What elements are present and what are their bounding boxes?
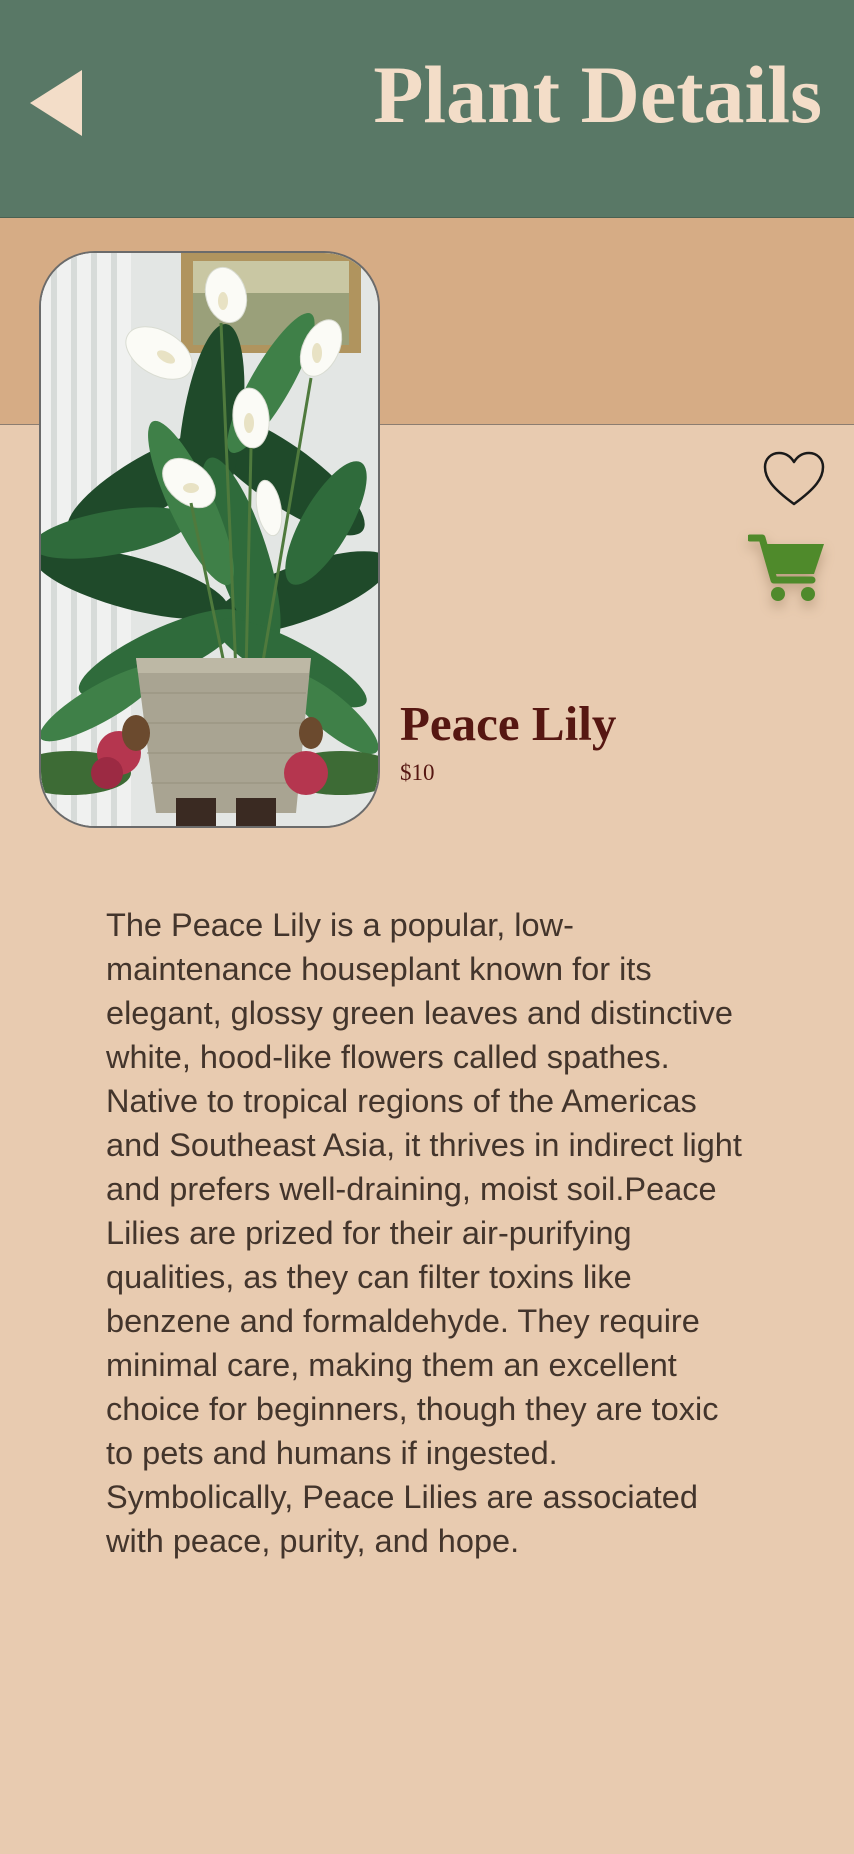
plant-image [39, 251, 380, 828]
plant-name: Peace Lily [400, 696, 617, 751]
add-to-cart-button[interactable] [746, 530, 826, 604]
plant-description: The Peace Lily is a popular, low-mainten… [106, 907, 742, 1559]
shopping-cart-icon [746, 534, 824, 601]
page-title: Plant Details [373, 49, 822, 140]
plant-price: $10 [400, 760, 435, 785]
back-arrow-icon [30, 70, 82, 136]
heart-outline-icon [763, 451, 825, 506]
favorite-button[interactable] [762, 450, 826, 508]
app-header: Plant Details [0, 0, 854, 218]
back-button[interactable] [22, 62, 94, 144]
